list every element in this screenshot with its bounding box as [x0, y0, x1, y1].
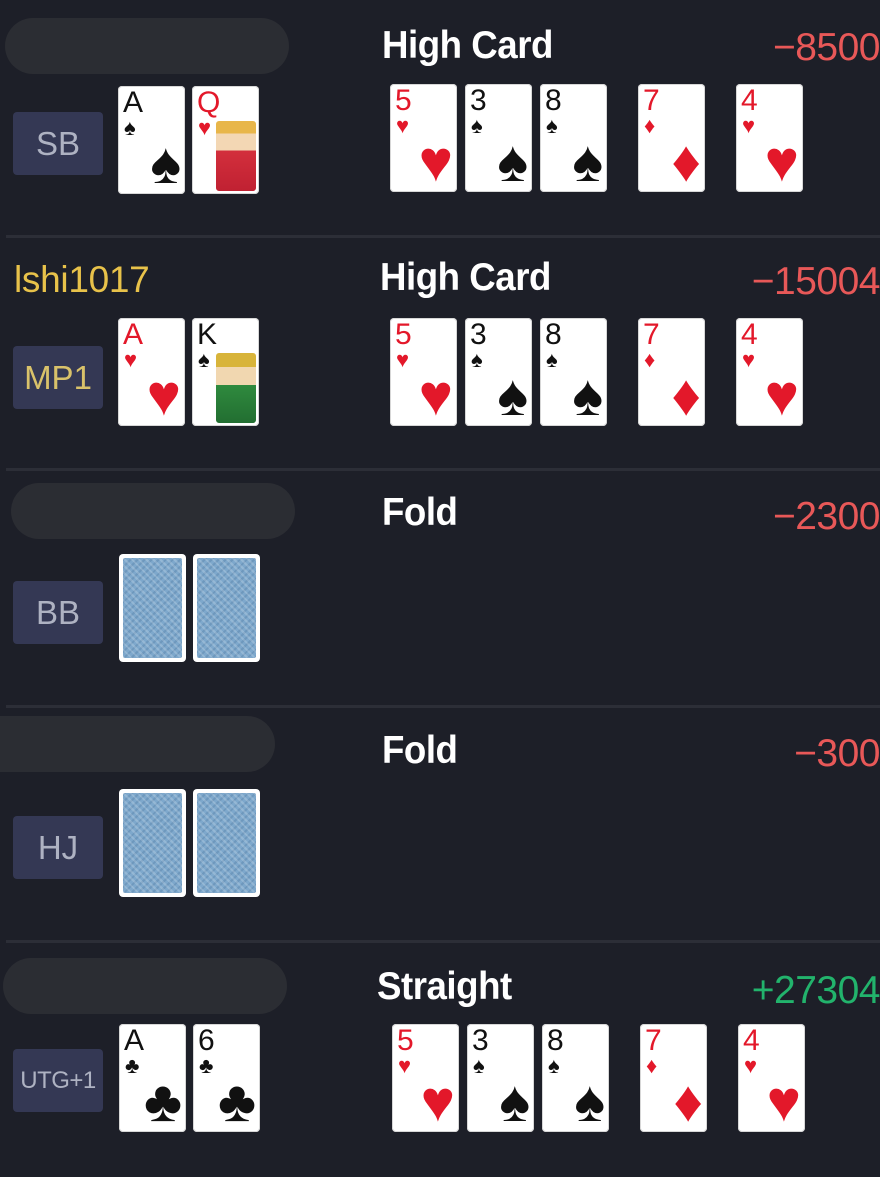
board-card: 4 ♥ ♥	[736, 84, 803, 192]
position-badge: UTG+1	[13, 1049, 103, 1112]
hole-card: K ♠	[192, 318, 259, 426]
hand-result: Straight	[377, 965, 512, 1008]
spade-icon: ♠	[499, 1069, 530, 1133]
hole-card: Q ♥	[192, 86, 259, 194]
position-badge: MP1	[13, 346, 103, 409]
spade-icon: ♠	[497, 129, 528, 193]
diamond-icon: ♦	[671, 129, 701, 193]
position-badge: SB	[13, 112, 103, 175]
heart-icon: ♥	[420, 1069, 455, 1133]
card-back	[193, 554, 260, 662]
diamond-icon: ♦	[673, 1069, 703, 1133]
player-name-pill	[11, 483, 295, 539]
spade-icon: ♠	[572, 129, 603, 193]
diamond-icon: ♦	[671, 363, 701, 427]
player-name-pill	[0, 716, 275, 772]
spade-icon: ♠	[497, 363, 528, 427]
player-name-pill	[5, 18, 289, 74]
player-row[interactable]: lshi1017 MP1 High Card −15004 A ♥ ♥ K ♠ 5 ♥ ♥…	[0, 238, 880, 472]
board-card: 4 ♥ ♥	[738, 1024, 805, 1132]
heart-icon: ♥	[146, 363, 181, 427]
hand-result: Fold	[382, 729, 458, 772]
board-card: 7 ♦ ♦	[638, 84, 705, 192]
net-amount: −300	[794, 732, 880, 775]
board-card: 3 ♠ ♠	[465, 318, 532, 426]
board-card: 5 ♥ ♥	[392, 1024, 459, 1132]
player-row[interactable]: HJ Fold −300	[0, 708, 880, 942]
heart-icon: ♥	[766, 1069, 801, 1133]
spade-icon: ♠	[572, 363, 603, 427]
hole-card: A ♠ ♠	[118, 86, 185, 194]
hole-card: 6 ♣ ♣	[193, 1024, 260, 1132]
net-amount: −2300	[772, 495, 880, 538]
card-back	[119, 554, 186, 662]
net-amount: −8500	[772, 26, 880, 69]
queen-face-icon	[216, 121, 256, 191]
board-card: 7 ♦ ♦	[640, 1024, 707, 1132]
heart-icon: ♥	[764, 129, 799, 193]
board-card: 8 ♠ ♠	[540, 84, 607, 192]
heart-icon: ♥	[764, 363, 799, 427]
card-back	[193, 789, 260, 897]
club-icon: ♣	[143, 1069, 182, 1133]
net-amount: +27304	[751, 969, 880, 1012]
player-row[interactable]: BB Fold −2300	[0, 471, 880, 705]
card-back	[119, 789, 186, 897]
board-card: 5 ♥ ♥	[390, 84, 457, 192]
player-row[interactable]: SB High Card −8500 A ♠ ♠ Q ♥ 5 ♥ ♥ 3 ♠ ♠ 8 ♠ ♠…	[0, 0, 880, 234]
board-card: 3 ♠ ♠	[467, 1024, 534, 1132]
board-card: 8 ♠ ♠	[542, 1024, 609, 1132]
heart-icon: ♥	[418, 363, 453, 427]
hand-result: High Card	[380, 256, 551, 299]
board-card: 8 ♠ ♠	[540, 318, 607, 426]
player-name-pill	[3, 958, 287, 1014]
spade-icon: ♠	[150, 131, 181, 195]
position-badge: BB	[13, 581, 103, 644]
board-card: 3 ♠ ♠	[465, 84, 532, 192]
position-badge: HJ	[13, 816, 103, 879]
player-row[interactable]: UTG+1 Straight +27304 A ♣ ♣ 6 ♣ ♣ 5 ♥ ♥ 3 ♠ ♠ 8 ♠…	[0, 943, 880, 1177]
board-card: 4 ♥ ♥	[736, 318, 803, 426]
hole-card: A ♥ ♥	[118, 318, 185, 426]
player-name: lshi1017	[14, 259, 150, 300]
board-card: 5 ♥ ♥	[390, 318, 457, 426]
heart-icon: ♥	[418, 129, 453, 193]
net-amount: −15004	[751, 260, 880, 303]
club-icon: ♣	[217, 1069, 256, 1133]
hole-card: A ♣ ♣	[119, 1024, 186, 1132]
board-card: 7 ♦ ♦	[638, 318, 705, 426]
king-face-icon	[216, 353, 256, 423]
spade-icon: ♠	[574, 1069, 605, 1133]
hand-result: Fold	[382, 491, 458, 534]
hand-result: High Card	[382, 24, 553, 67]
